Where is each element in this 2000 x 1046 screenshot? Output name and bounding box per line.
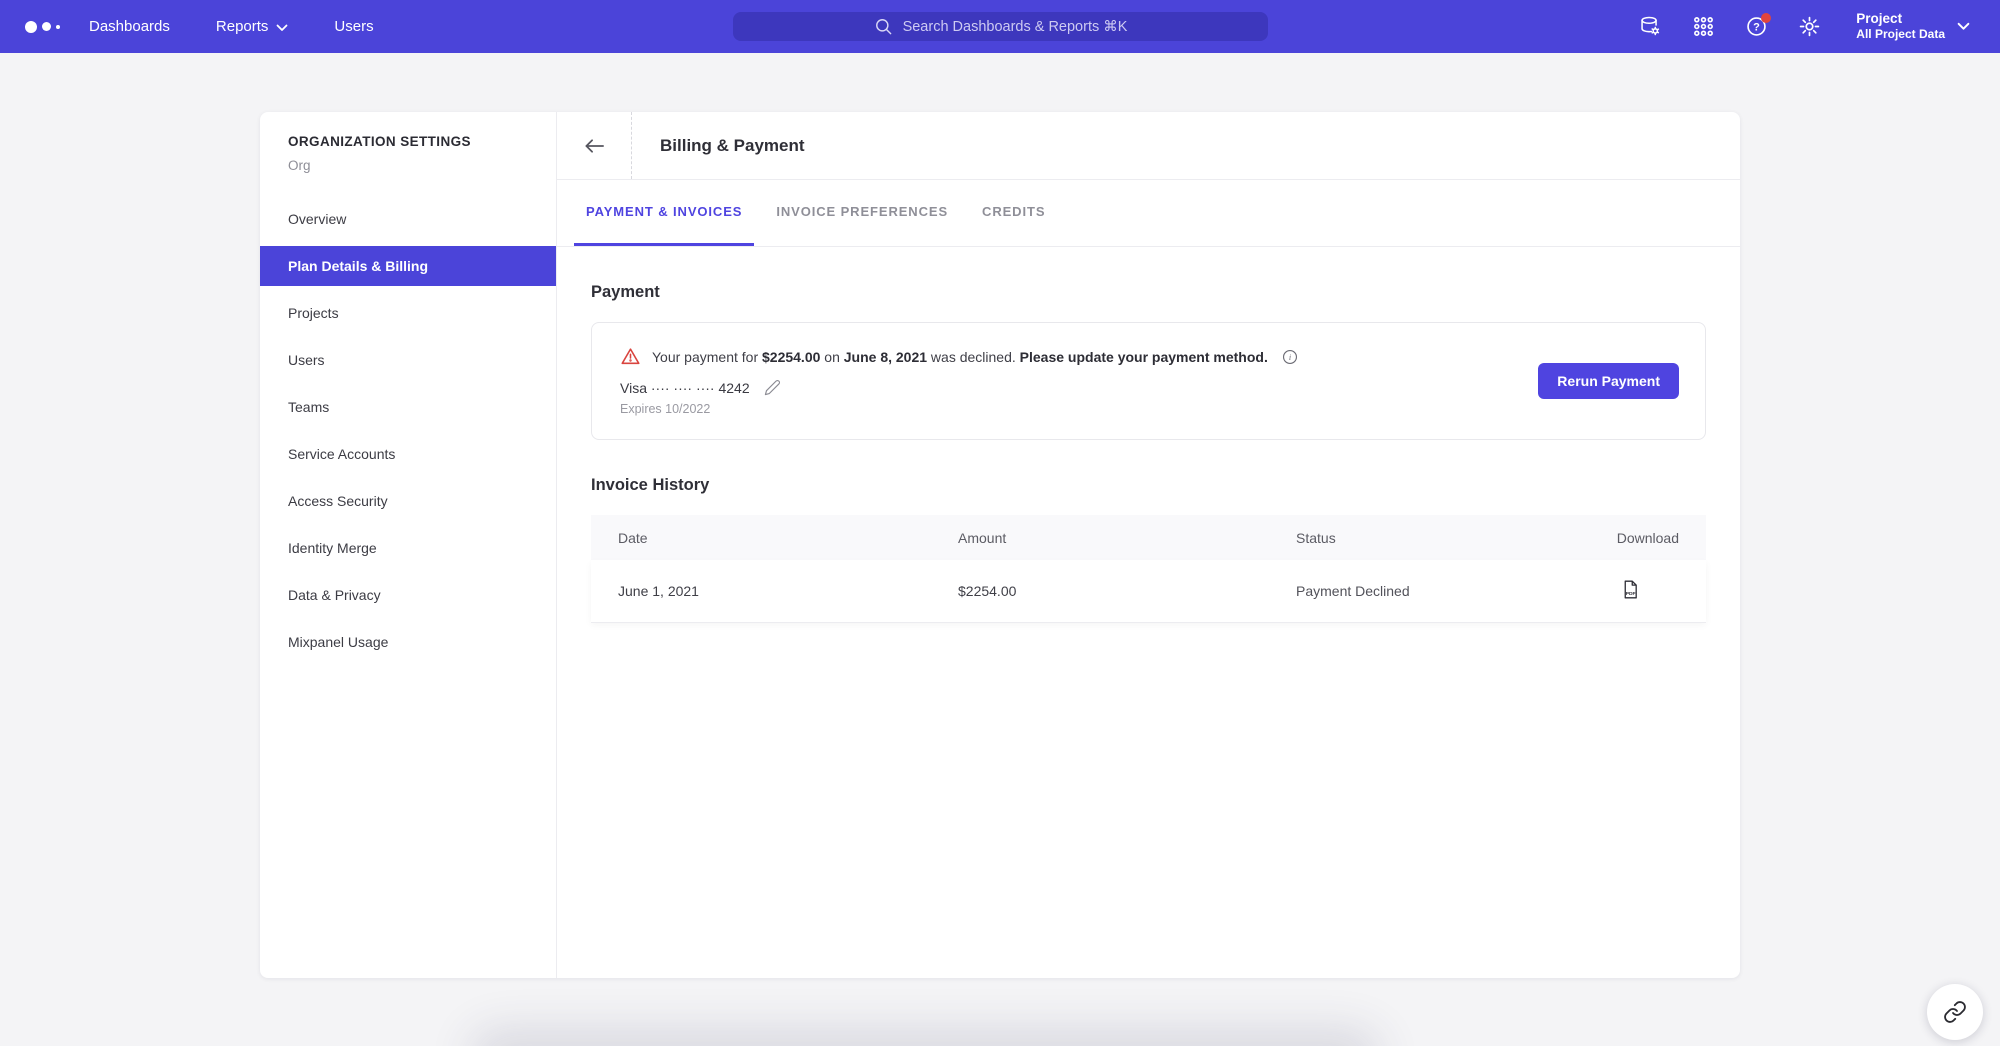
info-circle-icon[interactable]: i xyxy=(1281,348,1299,366)
payment-alert-card: Your payment for $2254.00 on June 8, 202… xyxy=(591,322,1706,440)
warning-triangle-icon xyxy=(620,346,641,367)
sidebar-item-label: Access Security xyxy=(288,493,388,509)
invoice-amount: $2254.00 xyxy=(958,583,1296,599)
column-header-download: Download xyxy=(1567,530,1679,546)
sidebar-item-label: Overview xyxy=(288,211,346,227)
sidebar-item-plan-details-billing[interactable]: Plan Details & Billing xyxy=(260,246,556,286)
link-icon xyxy=(1943,1000,1967,1024)
tab-label: INVOICE PREFERENCES xyxy=(776,204,948,219)
search-icon xyxy=(874,17,893,36)
nav-link-label: Dashboards xyxy=(89,18,170,35)
sidebar-item-service-accounts[interactable]: Service Accounts xyxy=(260,434,556,474)
back-button[interactable] xyxy=(557,112,632,179)
project-switcher[interactable]: Project All Project Data xyxy=(1856,0,1970,53)
primary-nav: Dashboards Reports Users xyxy=(89,0,374,53)
tab-credits[interactable]: CREDITS xyxy=(970,180,1057,246)
column-header-date: Date xyxy=(618,530,958,546)
sidebar-item-label: Plan Details & Billing xyxy=(288,258,428,274)
sidebar-org-name: Org xyxy=(260,158,556,173)
sidebar-title: ORGANIZATION SETTINGS xyxy=(260,134,556,149)
nav-link-label: Users xyxy=(334,18,373,35)
invoice-date: June 1, 2021 xyxy=(618,583,958,599)
column-header-status: Status xyxy=(1296,530,1567,546)
nav-link-label: Reports xyxy=(216,18,269,35)
invoice-history-title: Invoice History xyxy=(591,476,1706,495)
nav-link-users[interactable]: Users xyxy=(334,18,373,35)
alert-text: Your payment for $2254.00 on June 8, 202… xyxy=(652,349,1268,365)
sidebar-item-teams[interactable]: Teams xyxy=(260,387,556,427)
card-summary: Visa ···· ···· ···· 4242 xyxy=(620,380,750,396)
sidebar-item-label: Users xyxy=(288,352,325,368)
sidebar-nav: Overview Plan Details & Billing Projects… xyxy=(260,199,556,662)
card-on-file: Visa ···· ···· ···· 4242 xyxy=(620,379,1677,396)
table-header-row: Date Amount Status Download xyxy=(591,515,1706,560)
payment-section: Payment Your payment for $2254.00 on Jun… xyxy=(557,247,1740,622)
settings-panel: ORGANIZATION SETTINGS Org Overview Plan … xyxy=(260,112,1740,978)
invoice-table: Date Amount Status Download June 1, 2021… xyxy=(591,515,1706,622)
sidebar: ORGANIZATION SETTINGS Org Overview Plan … xyxy=(260,112,557,978)
rerun-payment-button[interactable]: Rerun Payment xyxy=(1538,363,1679,399)
sidebar-item-projects[interactable]: Projects xyxy=(260,293,556,333)
tab-label: CREDITS xyxy=(982,204,1045,219)
arrow-left-icon xyxy=(584,138,605,154)
sidebar-item-label: Service Accounts xyxy=(288,446,395,462)
invoice-status: Payment Declined xyxy=(1296,583,1567,599)
payment-section-title: Payment xyxy=(591,283,1706,302)
edit-pencil-icon[interactable] xyxy=(764,379,781,396)
chevron-down-icon xyxy=(276,24,288,32)
tab-bar: PAYMENT & INVOICES INVOICE PREFERENCES C… xyxy=(557,180,1740,247)
sidebar-item-users[interactable]: Users xyxy=(260,340,556,380)
column-header-amount: Amount xyxy=(958,530,1296,546)
mixpanel-logo[interactable] xyxy=(25,0,60,53)
logo-dot xyxy=(25,21,37,33)
apps-grid-icon[interactable] xyxy=(1691,15,1715,39)
sidebar-item-identity-merge[interactable]: Identity Merge xyxy=(260,528,556,568)
notification-badge xyxy=(1761,13,1771,23)
pdf-file-icon[interactable]: PDF xyxy=(1620,579,1641,600)
sidebar-item-overview[interactable]: Overview xyxy=(260,199,556,239)
svg-text:i: i xyxy=(1289,353,1292,362)
page-title: Billing & Payment xyxy=(660,136,805,156)
top-navbar: Dashboards Reports Users Search Dashboar… xyxy=(0,0,2000,53)
search-placeholder: Search Dashboards & Reports ⌘K xyxy=(903,19,1128,35)
logo-dot xyxy=(42,22,51,31)
svg-text:?: ? xyxy=(1753,22,1760,34)
tab-payment-invoices[interactable]: PAYMENT & INVOICES xyxy=(574,180,754,246)
sidebar-item-access-security[interactable]: Access Security xyxy=(260,481,556,521)
sidebar-item-label: Identity Merge xyxy=(288,540,377,556)
settings-gear-icon[interactable] xyxy=(1797,15,1821,39)
share-link-button[interactable] xyxy=(1927,984,1983,1040)
chevron-down-icon xyxy=(1957,22,1970,31)
payment-declined-alert: Your payment for $2254.00 on June 8, 202… xyxy=(620,346,1677,367)
sidebar-item-label: Teams xyxy=(288,399,329,415)
data-management-icon[interactable] xyxy=(1638,15,1662,39)
search-input[interactable]: Search Dashboards & Reports ⌘K xyxy=(733,12,1268,41)
content-header: Billing & Payment xyxy=(557,112,1740,180)
nav-link-dashboards[interactable]: Dashboards xyxy=(89,18,170,35)
project-label: Project xyxy=(1856,11,1945,28)
sidebar-item-mixpanel-usage[interactable]: Mixpanel Usage xyxy=(260,622,556,662)
table-row: June 1, 2021 $2254.00 Payment Declined P… xyxy=(591,560,1706,622)
sidebar-item-label: Mixpanel Usage xyxy=(288,634,388,650)
navbar-icon-group: ? xyxy=(1638,0,1821,53)
card-expiry: Expires 10/2022 xyxy=(620,402,1677,416)
sidebar-item-label: Projects xyxy=(288,305,339,321)
project-value: All Project Data xyxy=(1856,27,1945,42)
main-content: Billing & Payment PAYMENT & INVOICES INV… xyxy=(557,112,1740,978)
sidebar-item-label: Data & Privacy xyxy=(288,587,381,603)
logo-dot xyxy=(56,25,60,29)
svg-text:PDF: PDF xyxy=(1626,591,1636,597)
nav-link-reports[interactable]: Reports xyxy=(216,18,289,35)
tab-label: PAYMENT & INVOICES xyxy=(586,204,742,219)
help-icon[interactable]: ? xyxy=(1744,15,1768,39)
sidebar-item-data-privacy[interactable]: Data & Privacy xyxy=(260,575,556,615)
tab-invoice-preferences[interactable]: INVOICE PREFERENCES xyxy=(764,180,960,246)
